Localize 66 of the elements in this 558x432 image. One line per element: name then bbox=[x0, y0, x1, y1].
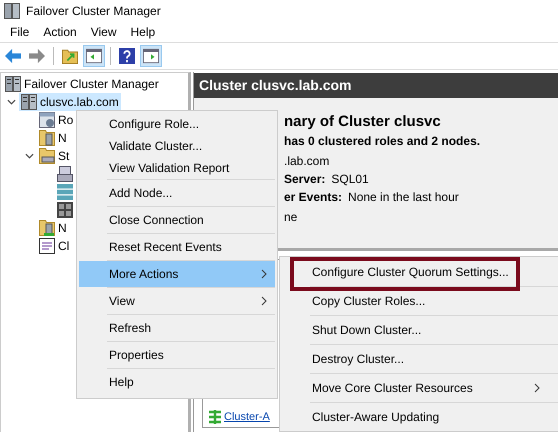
menu-item[interactable]: Validate Cluster... bbox=[79, 135, 275, 157]
event-log-icon bbox=[39, 238, 55, 254]
chevron-icon bbox=[261, 296, 267, 306]
tree-item[interactable]: N bbox=[37, 219, 69, 237]
summary-text: .lab.com bbox=[284, 154, 330, 168]
disk-icon bbox=[57, 166, 73, 182]
tree-item[interactable] bbox=[55, 201, 75, 219]
menu-item[interactable]: Close Connection bbox=[79, 207, 275, 233]
menu-item[interactable]: Copy Cluster Roles... bbox=[282, 287, 558, 315]
menu-item[interactable]: Move Core Cluster Resources bbox=[282, 374, 558, 402]
app-icon bbox=[4, 3, 20, 19]
servers-icon bbox=[5, 76, 21, 92]
pane-header: Cluster clusvc.lab.com bbox=[194, 73, 558, 98]
field-value: SQL01 bbox=[331, 172, 369, 186]
menu-item[interactable]: Help bbox=[124, 25, 162, 39]
action-pane-button[interactable] bbox=[140, 45, 162, 67]
folder-arrow-icon bbox=[62, 48, 78, 64]
summary-title: nary of Cluster clusvc bbox=[284, 113, 442, 130]
menu-item[interactable]: Shut Down Cluster... bbox=[282, 316, 558, 344]
menu-item[interactable]: View Validation Report bbox=[79, 157, 275, 179]
storage-pool-icon bbox=[57, 184, 73, 200]
field-value: None in the last hour bbox=[348, 190, 459, 204]
field-label: er Events: bbox=[284, 190, 342, 204]
summary-text: has 0 clustered roles and 2 nodes. bbox=[284, 134, 482, 148]
window-pane-icon bbox=[143, 48, 159, 64]
chevron-icon bbox=[534, 383, 540, 393]
right-arrow-icon bbox=[29, 48, 45, 64]
folder-server-icon bbox=[39, 130, 55, 146]
menu-item[interactable]: Action bbox=[36, 25, 84, 39]
menu-item[interactable]: Destroy Cluster... bbox=[282, 345, 558, 373]
enclosure-icon bbox=[57, 202, 73, 218]
menu-item[interactable]: Help bbox=[79, 369, 275, 395]
tree-item[interactable]: Failover Cluster Manager bbox=[3, 75, 161, 93]
chevron-icon[interactable] bbox=[25, 153, 34, 159]
tree-item[interactable]: Cl bbox=[37, 237, 72, 255]
help-button[interactable] bbox=[116, 45, 138, 67]
chevron-icon bbox=[261, 269, 267, 279]
pane-toggle-button[interactable] bbox=[83, 45, 105, 67]
summary-text: ne bbox=[284, 210, 298, 224]
left-arrow-icon bbox=[5, 48, 21, 64]
menu-item[interactable]: Configure Cluster Quorum Settings... bbox=[282, 258, 558, 286]
menu-item[interactable]: View bbox=[84, 25, 124, 39]
tree-item[interactable] bbox=[55, 165, 75, 183]
folder-server-icon bbox=[39, 220, 55, 236]
chevron-icon[interactable] bbox=[7, 99, 16, 105]
menu-item[interactable]: File bbox=[3, 25, 36, 39]
menu-item[interactable]: Properties bbox=[79, 342, 275, 368]
cluster-aware-link[interactable]: Cluster-A bbox=[224, 411, 270, 423]
menu-item[interactable]: More Actions bbox=[79, 261, 275, 287]
menu-item[interactable]: Refresh bbox=[79, 315, 275, 341]
menu-item[interactable]: Configure Role... bbox=[79, 113, 275, 135]
tree-item[interactable]: Ro bbox=[37, 111, 76, 129]
menu-item[interactable]: Reset Recent Events bbox=[79, 234, 275, 260]
tree-item[interactable]: clusvc.lab.com bbox=[19, 93, 121, 111]
menu-item[interactable]: View bbox=[79, 288, 275, 314]
window-pane-icon bbox=[86, 48, 102, 64]
tree-item[interactable]: N bbox=[37, 129, 69, 147]
help-icon bbox=[119, 48, 135, 64]
servers-icon bbox=[21, 94, 37, 110]
menu-item[interactable]: Cluster-Aware Updating bbox=[282, 403, 558, 431]
menu-item[interactable]: Add Node... bbox=[79, 180, 275, 206]
window-title: Failover Cluster Manager bbox=[26, 4, 161, 18]
roles-icon bbox=[39, 112, 55, 128]
tree-item[interactable]: St bbox=[37, 147, 72, 165]
field-label: Server: bbox=[284, 172, 326, 186]
folder-drive-icon bbox=[39, 148, 55, 164]
